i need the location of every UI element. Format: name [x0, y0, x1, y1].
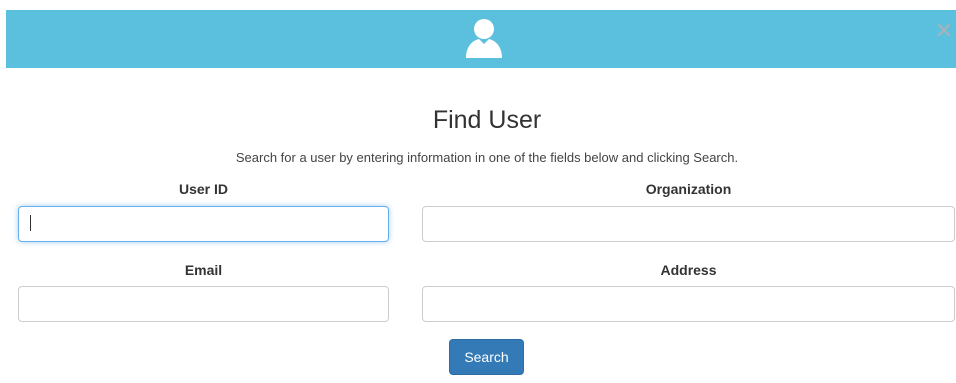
instructions-text: Search for a user by entering informatio…	[235, 150, 739, 165]
user-id-label: User ID	[178, 181, 229, 197]
modal-header: ×	[6, 10, 956, 68]
text-caret	[30, 215, 31, 231]
organization-label: Organization	[645, 181, 732, 197]
user-id-field-wrapper	[18, 206, 389, 242]
close-button[interactable]: ×	[934, 20, 954, 42]
user-icon	[466, 19, 502, 58]
search-button[interactable]: Search	[449, 339, 524, 375]
email-input[interactable]	[18, 286, 389, 322]
organization-input[interactable]	[422, 206, 955, 242]
user-id-input[interactable]	[18, 206, 389, 242]
email-label: Email	[184, 262, 223, 278]
page-title: Find User	[432, 106, 542, 134]
address-input[interactable]	[422, 286, 955, 322]
address-label: Address	[660, 262, 717, 278]
